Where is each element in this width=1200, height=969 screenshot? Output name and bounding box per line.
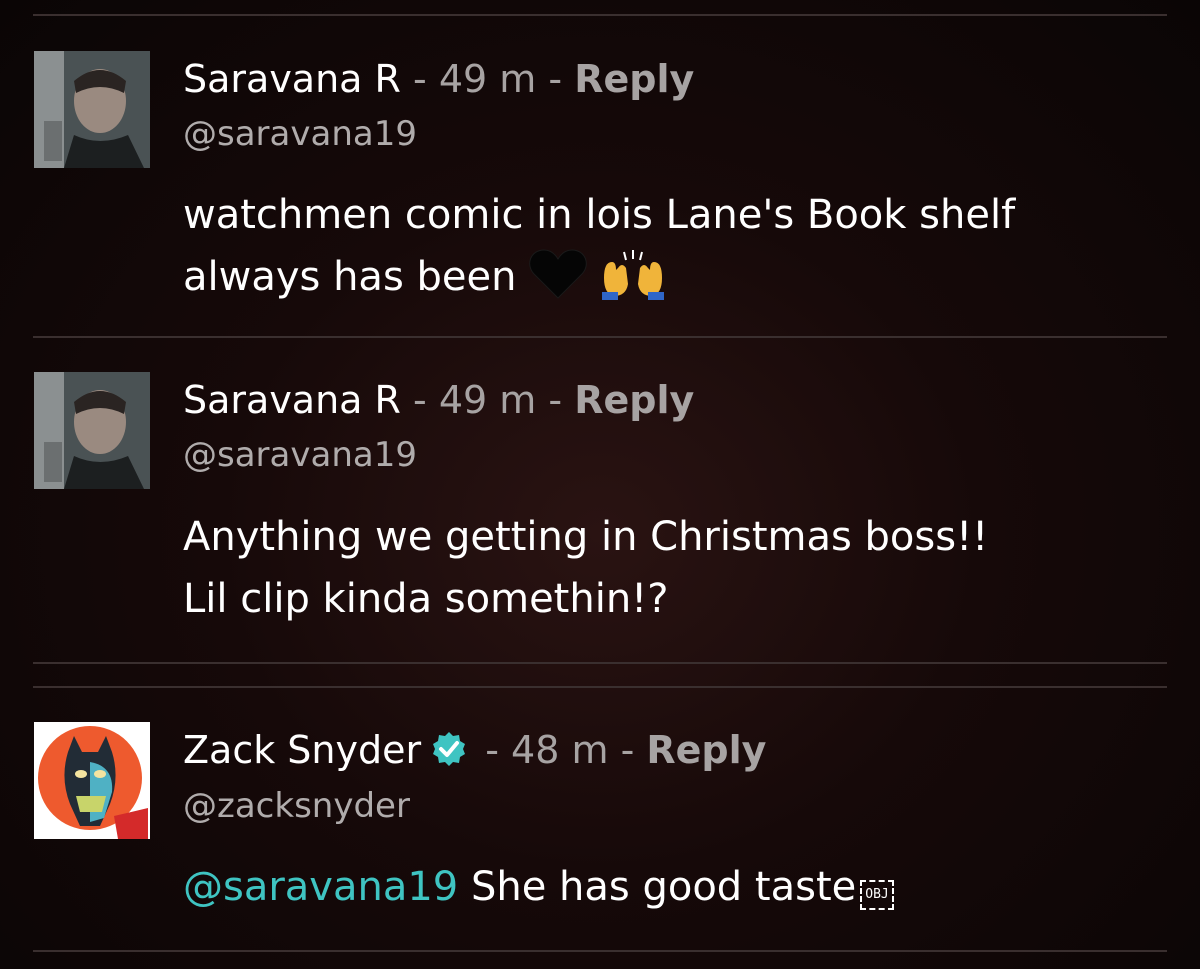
comment-header: Zack Snyder - 48 m - Reply — [183, 728, 766, 776]
raising-hands-icon — [600, 248, 666, 318]
comment-text: Anything we getting in Christmas boss!! … — [183, 506, 988, 630]
separator: - — [548, 57, 563, 101]
user-handle[interactable]: @saravana19 — [183, 435, 417, 475]
timestamp: 48 m — [511, 728, 609, 772]
mention-link[interactable]: @saravana19 — [183, 864, 458, 910]
author-name[interactable]: Zack Snyder — [183, 728, 421, 772]
avatar[interactable] — [34, 372, 150, 489]
separator: - — [485, 728, 499, 772]
object-placeholder-icon: OBJ — [860, 880, 894, 910]
avatar-photo — [34, 51, 150, 168]
user-handle[interactable]: @zacksnyder — [183, 786, 410, 826]
timestamp: 49 m — [438, 378, 537, 422]
avatar-photo — [34, 372, 150, 489]
comment-text: @saravana19 She has good taste OBJ — [183, 856, 894, 918]
black-heart-icon — [529, 248, 587, 318]
comment-text-line: always has been — [183, 246, 1015, 318]
avatar[interactable] — [34, 722, 150, 839]
author-name[interactable]: Saravana R — [183, 378, 401, 422]
divider — [33, 686, 1167, 688]
separator: - — [413, 378, 427, 422]
comment-header: Saravana R - 49 m - Reply — [183, 57, 694, 101]
reply-button[interactable]: Reply — [646, 728, 766, 772]
comment-header: Saravana R - 49 m - Reply — [183, 378, 694, 422]
comment-text: watchmen comic in lois Lane's Book shelf… — [183, 184, 1015, 318]
divider — [33, 336, 1167, 338]
avatar-illustration — [34, 722, 150, 839]
divider-top — [33, 14, 1167, 16]
comment-text-line: watchmen comic in lois Lane's Book shelf — [183, 192, 1016, 238]
separator: - — [548, 378, 563, 422]
comment-text-line: Anything we getting in Christmas boss!! — [183, 514, 989, 560]
avatar[interactable] — [34, 51, 150, 168]
divider-bottom — [33, 950, 1167, 952]
reply-button[interactable]: Reply — [574, 378, 694, 422]
divider — [33, 662, 1167, 664]
comment-text-line: She has good taste — [470, 864, 857, 910]
separator: - — [413, 57, 427, 101]
reply-button[interactable]: Reply — [574, 57, 694, 101]
author-name[interactable]: Saravana R — [183, 57, 401, 101]
verified-badge-icon — [431, 731, 467, 776]
comment-text-line: Lil clip kinda somethin!? — [183, 576, 669, 622]
user-handle[interactable]: @saravana19 — [183, 114, 417, 154]
timestamp: 49 m — [438, 57, 537, 101]
separator: - — [620, 728, 635, 772]
